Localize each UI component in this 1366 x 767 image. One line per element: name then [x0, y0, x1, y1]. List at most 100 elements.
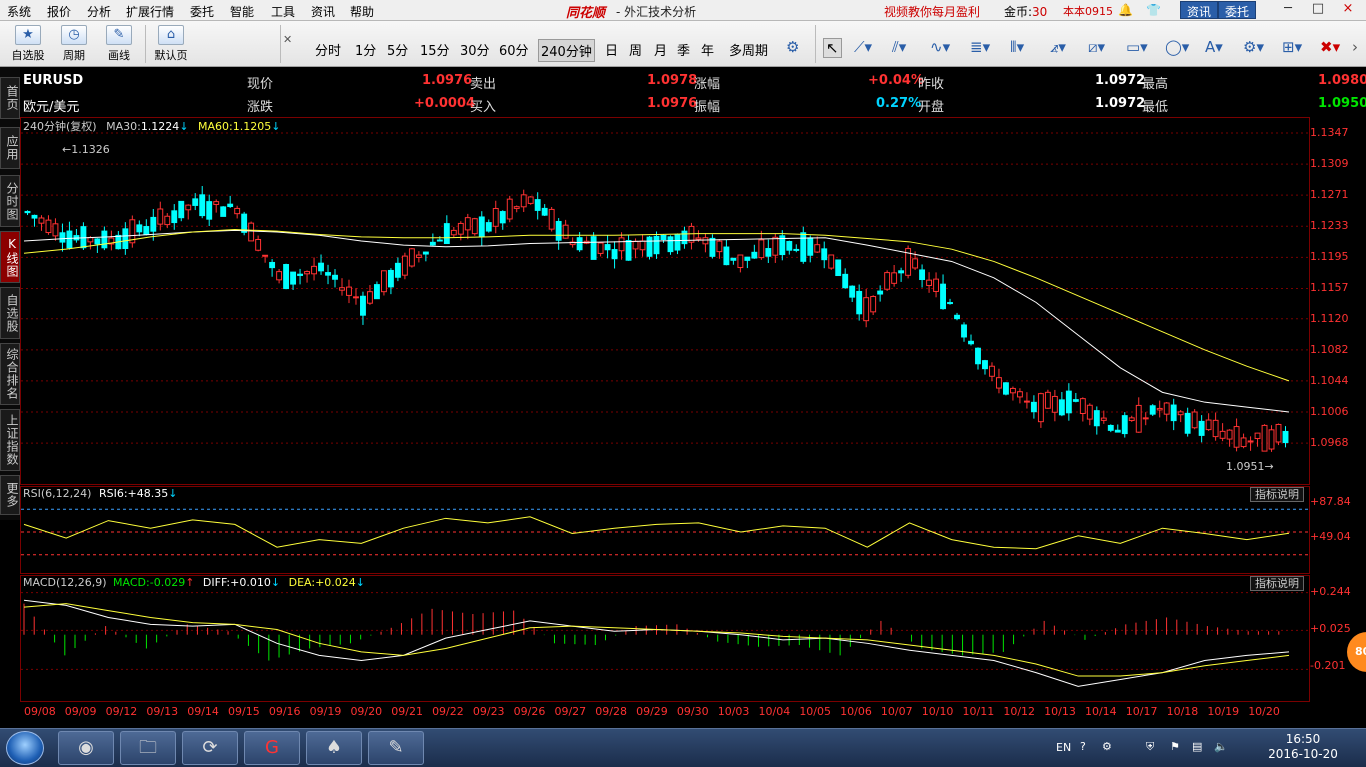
draw-line-button[interactable]: ✎ 画线: [100, 23, 138, 63]
shield-icon[interactable]: ⛨: [1146, 740, 1154, 754]
paint-icon[interactable]: ✎: [368, 731, 424, 765]
candle-body: [373, 284, 380, 300]
text-tool-icon[interactable]: A▾: [1205, 38, 1223, 56]
default-page-button[interactable]: ⌂ 默认页: [150, 23, 192, 63]
settings-gear-icon[interactable]: ⚙: [786, 38, 799, 56]
period-quarter[interactable]: 季: [675, 39, 692, 60]
date-tick: 10/07: [880, 705, 913, 718]
sidebar-item-home[interactable]: 首页: [0, 77, 20, 119]
network-icon[interactable]: ▤: [1192, 740, 1202, 753]
fan-tool-icon[interactable]: ⦨▾: [1050, 38, 1066, 56]
candle-body: [346, 286, 352, 296]
menu-news[interactable]: 资讯: [311, 3, 335, 20]
line-tool-icon[interactable]: ⟋▾: [854, 38, 872, 56]
bell-icon[interactable]: 🔔: [1118, 3, 1133, 17]
period-tick[interactable]: 分时: [313, 39, 343, 60]
sidebar-item-kline[interactable]: K线图: [0, 231, 20, 283]
save-drawing-icon[interactable]: ⊞▾: [1282, 38, 1302, 56]
macd-indicator-help-button[interactable]: 指标说明: [1250, 576, 1304, 591]
sidebar-item-more[interactable]: 更多: [0, 475, 20, 515]
home-icon: ⌂: [158, 25, 184, 45]
menu-help[interactable]: 帮助: [350, 3, 374, 20]
channel-tool-icon[interactable]: ⧄▾: [1088, 38, 1105, 56]
sidebar-item-shanghai-index[interactable]: 上证指数: [0, 409, 20, 471]
sidebar-item-ranking[interactable]: 综合排名: [0, 343, 20, 405]
macd-chart-svg[interactable]: [20, 575, 1366, 702]
rsi-panel[interactable]: RSI(6,12,24) RSI6:+48.35↓ 指标说明 +87.84 +4…: [20, 486, 1366, 574]
menu-system[interactable]: 系统: [7, 3, 31, 20]
trade-button[interactable]: 委托: [1218, 1, 1257, 19]
browser-icon[interactable]: ⟳: [182, 731, 238, 765]
kline-chart-svg[interactable]: [20, 117, 1366, 485]
candle-body: [38, 217, 45, 224]
menu-smart[interactable]: 智能: [230, 3, 254, 20]
taskbar-app-icon[interactable]: ◉: [58, 731, 114, 765]
ellipse-tool-icon[interactable]: ◯▾: [1165, 38, 1189, 56]
maximize-button[interactable]: □: [1306, 1, 1330, 19]
minimize-button[interactable]: ─: [1276, 1, 1300, 19]
fib-tool-icon[interactable]: ≣▾: [970, 38, 990, 56]
skin-icon[interactable]: 👕: [1146, 3, 1161, 17]
taskbar-clock[interactable]: 16:50 2016-10-20: [1268, 732, 1338, 762]
period-multi[interactable]: 多周期: [727, 39, 770, 60]
menu-analysis[interactable]: 分析: [87, 3, 111, 20]
gann-tool-icon[interactable]: ⦀▾: [1010, 38, 1024, 56]
tonghuashun-icon[interactable]: G: [244, 731, 300, 765]
sidebar-item-apps[interactable]: 应用: [0, 127, 20, 169]
help-icon[interactable]: ?: [1080, 740, 1086, 753]
collapse-icon[interactable]: ✕: [283, 33, 292, 46]
candle-body: [443, 223, 450, 244]
cards-icon[interactable]: ♠: [306, 731, 362, 765]
menu-extended-market[interactable]: 扩展行情: [126, 3, 174, 20]
delete-drawing-icon[interactable]: ✖▾: [1320, 38, 1340, 56]
windows-start-icon[interactable]: [6, 731, 44, 765]
menu-trade[interactable]: 委托: [190, 3, 214, 20]
arrow-down-icon: ↓: [179, 120, 189, 133]
kline-chart-panel[interactable]: 240分钟(复权) MA30:1.1224↓ MA60:1.1205↓ ←1.1…: [20, 117, 1366, 485]
flag-icon[interactable]: ⚑: [1170, 740, 1180, 753]
period-5min[interactable]: 5分: [385, 39, 410, 60]
period-day[interactable]: 日: [603, 39, 620, 60]
date-tick: 10/18: [1166, 705, 1199, 718]
period-week[interactable]: 周: [627, 39, 644, 60]
folder-icon[interactable]: 🗀: [120, 731, 176, 765]
candle-body: [1149, 405, 1156, 415]
sidebar-item-watchlist[interactable]: 自选股: [0, 287, 20, 339]
menu-tools[interactable]: 工具: [271, 3, 295, 20]
candle-body: [192, 198, 199, 206]
period-month[interactable]: 月: [652, 39, 669, 60]
speaker-icon[interactable]: 🔈: [1214, 740, 1228, 753]
wave-tool-icon[interactable]: ∿▾: [930, 38, 950, 56]
arrow-down-icon: ↓: [270, 576, 281, 589]
period-240min[interactable]: 240分钟: [538, 39, 595, 62]
promo-link[interactable]: 视频教你每月盈利: [884, 3, 980, 20]
draw-settings-icon[interactable]: ⚙▾: [1243, 38, 1264, 56]
language-indicator[interactable]: EN: [1056, 741, 1071, 754]
date-tick: 10/03: [717, 705, 750, 718]
news-button[interactable]: 资讯: [1180, 1, 1219, 19]
menu-quote[interactable]: 报价: [47, 3, 71, 20]
macd-panel[interactable]: MACD(12,26,9) MACD:-0.029↑ DIFF:+0.010↓ …: [20, 575, 1366, 702]
watchlist-button[interactable]: ★ 自选股: [8, 23, 48, 63]
period-button[interactable]: ◷ 周期: [55, 23, 93, 63]
period-1min[interactable]: 1分: [353, 39, 378, 60]
candle-body: [1282, 430, 1289, 444]
period-60min[interactable]: 60分: [497, 39, 531, 60]
candle-body: [513, 206, 520, 209]
parallel-line-icon[interactable]: ⫽▾: [892, 38, 906, 56]
period-30min[interactable]: 30分: [458, 39, 492, 60]
label-bid: 买入: [470, 100, 497, 115]
rsi-indicator-help-button[interactable]: 指标说明: [1250, 487, 1304, 502]
rectangle-tool-icon[interactable]: ▭▾: [1126, 38, 1148, 56]
settings-tray-icon[interactable]: ⚙: [1102, 740, 1112, 753]
rsi-chart-svg[interactable]: [20, 486, 1366, 574]
cursor-icon[interactable]: ↖: [823, 38, 842, 58]
close-button[interactable]: ×: [1336, 1, 1360, 19]
date-tick: 09/13: [146, 705, 179, 718]
toolbar-scroll-icon[interactable]: ›: [1352, 38, 1358, 56]
value-price: 1.0976: [422, 73, 473, 88]
ma30-value: 1.1224: [140, 120, 180, 133]
period-year[interactable]: 年: [699, 39, 716, 60]
period-15min[interactable]: 15分: [418, 39, 452, 60]
sidebar-item-timeshare[interactable]: 分时图: [0, 175, 20, 227]
